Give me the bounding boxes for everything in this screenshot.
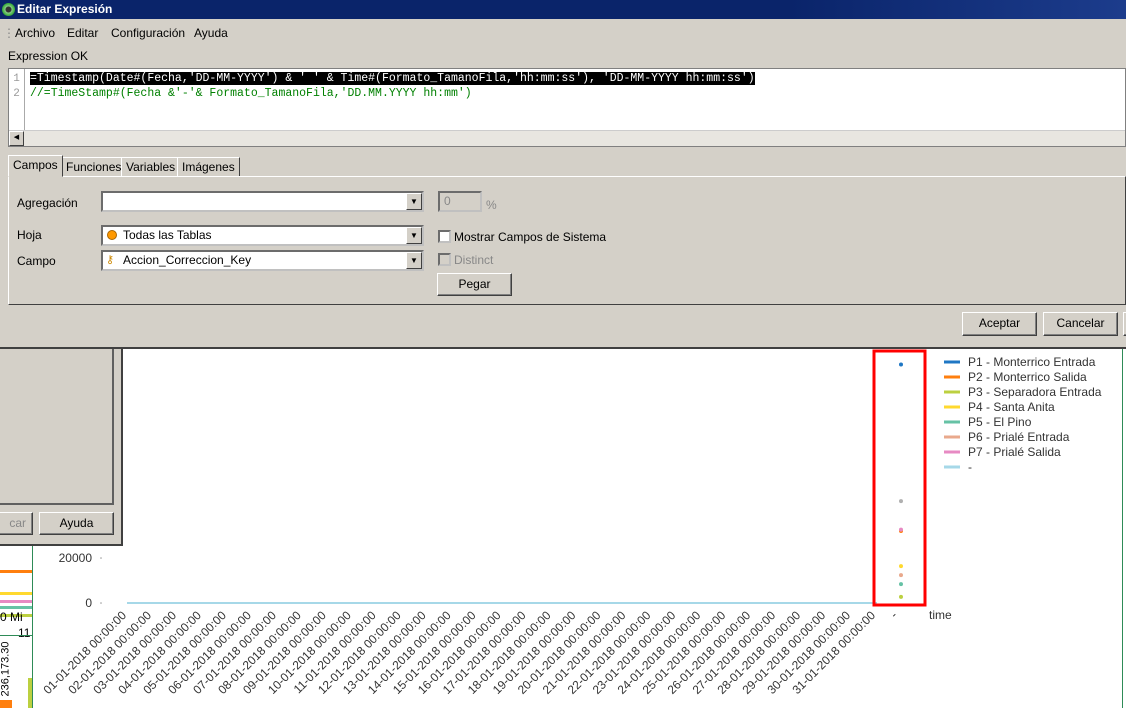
line-number: 2	[13, 88, 20, 100]
data-point	[899, 594, 903, 599]
edit-expression-dialog: Editar Expresión ⋮ Archivo Editar Config…	[0, 0, 1126, 349]
x-axis-title: time	[929, 608, 952, 622]
menu-ayuda[interactable]: Ayuda	[194, 26, 228, 40]
hoja-value: Todas las Tablas	[123, 228, 212, 242]
expression-editor[interactable]: 1 2 =Timestamp(Date#(Fecha,'DD-MM-YYYY')…	[8, 68, 1126, 147]
agregacion-select[interactable]: ▼	[101, 191, 424, 212]
distinct-checkbox[interactable]	[438, 253, 451, 266]
hoja-select[interactable]: Todas las Tablas ▼	[101, 225, 424, 246]
percent-input[interactable]: 0	[438, 191, 482, 212]
y-tick-mark	[100, 557, 102, 559]
legend-item: P7 - Prialé Salida	[968, 445, 1061, 459]
code-line-selected[interactable]: =Timestamp(Date#(Fecha,'DD-MM-YYYY') & '…	[30, 72, 755, 85]
expression-status: Expression OK	[8, 49, 89, 63]
cancelar-button[interactable]: Cancelar	[1043, 312, 1118, 336]
horizontal-scrollbar[interactable]: ◀	[9, 130, 1125, 146]
data-point	[899, 527, 903, 532]
title-bar: Editar Expresión	[0, 0, 1126, 19]
data-point	[899, 573, 903, 578]
background-dialog-panel	[0, 348, 114, 505]
legend-item: P4 - Santa Anita	[968, 400, 1055, 414]
data-point	[899, 362, 903, 367]
table-icon	[107, 230, 117, 240]
tab-funciones[interactable]: Funciones	[61, 157, 127, 177]
mostrar-campos-checkbox[interactable]	[438, 230, 451, 243]
line-gutter: 1 2	[9, 69, 25, 131]
agregacion-label: Agregación	[17, 196, 78, 210]
campo-value: Accion_Correccion_Key	[123, 253, 252, 267]
menu-editar[interactable]: Editar	[67, 26, 98, 40]
chevron-down-icon[interactable]: ▼	[406, 227, 422, 244]
percent-sign: %	[486, 198, 497, 212]
x-tick-label: -	[887, 608, 900, 621]
chevron-down-icon[interactable]: ▼	[406, 252, 422, 269]
key-icon: ⚷	[106, 254, 115, 266]
campo-label: Campo	[17, 254, 56, 268]
background-help-button[interactable]: Ayuda	[39, 512, 114, 535]
legend-item: P1 - Monterrico Entrada	[968, 355, 1096, 369]
code-line-comment[interactable]: //=TimeStamp#(Fecha &'-'& Formato_Tamano…	[30, 87, 472, 100]
aceptar-button[interactable]: Aceptar	[962, 312, 1037, 336]
grip-icon: ⋮	[3, 26, 15, 40]
scroll-left-icon[interactable]: ◀	[9, 131, 24, 146]
data-point	[899, 564, 903, 569]
legend-item: P5 - El Pino	[968, 415, 1032, 429]
hoja-label: Hoja	[17, 228, 42, 242]
tab-imagenes[interactable]: Imágenes	[177, 157, 240, 177]
data-point	[899, 499, 903, 504]
campo-select[interactable]: ⚷ Accion_Correccion_Key ▼	[101, 250, 424, 271]
legend-item: -	[968, 460, 972, 474]
tab-variables[interactable]: Variables	[121, 157, 181, 177]
y-tick-label: 0	[85, 596, 92, 610]
menu-configuracion[interactable]: Configuración	[111, 26, 185, 40]
y-tick-mark	[100, 602, 102, 604]
chevron-down-icon[interactable]: ▼	[406, 193, 422, 210]
campos-panel: Agregación ▼ 0 % Hoja Todas las Tablas ▼ …	[8, 176, 1126, 305]
data-point	[899, 582, 903, 587]
tab-campos[interactable]: Campos	[8, 155, 63, 177]
legend-item: P2 - Monterrico Salida	[968, 370, 1087, 384]
legend-item: P3 - Separadora Entrada	[968, 385, 1102, 399]
y-tick-label: 20000	[59, 551, 93, 565]
background-cancel-button[interactable]: car	[0, 512, 33, 535]
chart: 02000001-01-2018 00:00:0002-01-2018 00:0…	[40, 349, 1102, 697]
mostrar-campos-label: Mostrar Campos de Sistema	[454, 230, 607, 244]
menu-bar: ⋮ Archivo Editar Configuración Ayuda	[0, 22, 1126, 44]
background-dialog: car Ayuda	[0, 348, 123, 546]
window-title: Editar Expresión	[17, 2, 113, 16]
distinct-label: Distinct	[454, 253, 494, 267]
line-number: 1	[13, 73, 20, 85]
pegar-button[interactable]: Pegar	[437, 273, 512, 296]
legend-item: P6 - Prialé Entrada	[968, 430, 1070, 444]
app-icon	[2, 3, 15, 16]
menu-archivo[interactable]: Archivo	[15, 26, 55, 40]
